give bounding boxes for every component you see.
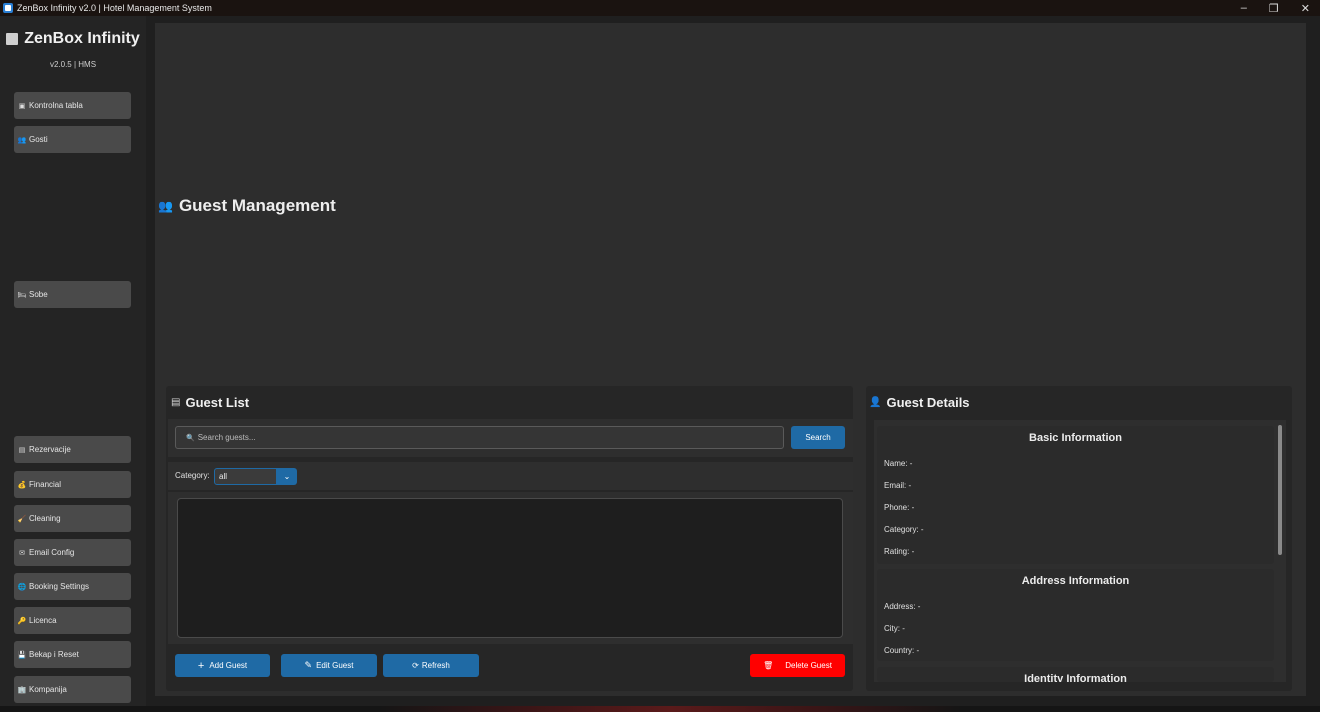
guest-details-title-text: Guest Details bbox=[886, 395, 970, 410]
basic-info-section bbox=[877, 426, 1274, 564]
search-icon: 🔍 bbox=[186, 434, 195, 442]
restore-button[interactable]: ❐ bbox=[1269, 2, 1279, 15]
pencil-icon: ✎ bbox=[304, 660, 313, 670]
trash-icon: 🗑 bbox=[763, 661, 774, 670]
sidebar-item-label: Booking Settings bbox=[29, 582, 90, 591]
guest-list-title-text: Guest List bbox=[185, 395, 250, 410]
sidebar-item-label: Kontrolna tabla bbox=[29, 101, 83, 110]
search-input[interactable]: 🔍 Search guests... bbox=[175, 426, 784, 449]
page-title-text: Guest Management bbox=[178, 196, 336, 215]
guests-icon: 👥 bbox=[17, 136, 27, 144]
delete-guest-label: Delete Guest bbox=[785, 661, 832, 670]
sidebar-item-company[interactable]: 🏢 Kompanija bbox=[14, 676, 131, 703]
identity-info-title: Identity Information bbox=[1024, 673, 1127, 682]
sidebar-item-dashboard[interactable]: ▣ Kontrolna tabla bbox=[14, 92, 131, 119]
sidebar: ZenBox Infinity v2.0.5 | HMS bbox=[0, 16, 146, 706]
sidebar-item-label: Gosti bbox=[29, 135, 48, 144]
brand-name: ZenBox Infinity bbox=[24, 30, 140, 47]
sidebar-item-booking-settings[interactable]: 🌐 Booking Settings bbox=[14, 573, 131, 600]
rating-field: Rating: - bbox=[884, 547, 915, 556]
sidebar-item-label: Licenca bbox=[29, 616, 57, 625]
sidebar-item-label: Kompanija bbox=[29, 685, 67, 694]
sidebar-item-financial[interactable]: 💰 Financial bbox=[14, 471, 131, 498]
title-bar: ZenBox Infinity v2.0 | Hotel Management … bbox=[0, 0, 1320, 16]
category-select[interactable]: all ⌄ bbox=[214, 468, 297, 485]
search-button[interactable]: Search bbox=[791, 426, 845, 449]
building-icon: 🏢 bbox=[17, 686, 27, 694]
sidebar-item-label: Cleaning bbox=[29, 514, 61, 523]
app-version: v2.0.5 | HMS bbox=[49, 60, 97, 69]
window-title: ZenBox Infinity v2.0 | Hotel Management … bbox=[17, 3, 212, 13]
window-controls: – ❐ ✕ bbox=[1241, 0, 1310, 16]
refresh-icon: ⟳ bbox=[412, 661, 419, 670]
details-scrollbar[interactable] bbox=[1278, 425, 1282, 555]
sidebar-item-cleaning[interactable]: 🧹 Cleaning bbox=[14, 505, 131, 532]
mail-icon: ✉ bbox=[19, 549, 25, 557]
category-label: Category: bbox=[175, 471, 210, 480]
country-field: Country: - bbox=[884, 646, 920, 655]
basic-info-title: Basic Information bbox=[1029, 432, 1122, 444]
dashboard-icon: ▣ bbox=[18, 102, 26, 110]
app-icon bbox=[3, 3, 13, 13]
add-guest-label: Add Guest bbox=[209, 661, 248, 670]
person-icon: 👤 bbox=[869, 397, 882, 408]
page-title: 👥 Guest Management bbox=[158, 196, 336, 216]
refresh-button[interactable]: ⟳ Refresh bbox=[383, 654, 479, 677]
plus-icon: + bbox=[197, 659, 205, 672]
taskbar bbox=[0, 706, 1320, 712]
sidebar-item-license[interactable]: 🔑 Licenca bbox=[14, 607, 131, 634]
minimize-button[interactable]: – bbox=[1241, 2, 1247, 14]
name-field: Name: - bbox=[884, 459, 913, 468]
sidebar-item-label: Sobe bbox=[29, 290, 48, 299]
save-icon: 💾 bbox=[17, 651, 27, 659]
search-placeholder: Search guests... bbox=[197, 433, 256, 442]
category-field: Category: - bbox=[884, 525, 924, 534]
add-guest-button[interactable]: + Add Guest bbox=[175, 654, 270, 677]
edit-guest-button[interactable]: ✎ Edit Guest bbox=[281, 654, 377, 677]
sidebar-item-email-config[interactable]: ✉ Email Config bbox=[14, 539, 131, 566]
sidebar-item-label: Bekap i Reset bbox=[29, 650, 79, 659]
sidebar-item-reservations[interactable]: ▤ Rezervacije bbox=[14, 436, 131, 463]
money-icon: 💰 bbox=[17, 481, 27, 489]
sidebar-item-label: Financial bbox=[29, 480, 62, 489]
sidebar-item-backup-reset[interactable]: 💾 Bekap i Reset bbox=[14, 641, 131, 668]
taskbar-glow bbox=[380, 706, 960, 712]
broom-icon: 🧹 bbox=[17, 515, 27, 523]
phone-field: Phone: - bbox=[884, 503, 915, 512]
brand: ZenBox Infinity bbox=[0, 30, 146, 48]
sidebar-item-label: Email Config bbox=[29, 548, 75, 557]
city-field: City: - bbox=[884, 624, 905, 633]
email-field: Email: - bbox=[884, 481, 912, 490]
calendar-icon: ▤ bbox=[18, 446, 26, 454]
address-field: Address: - bbox=[884, 602, 921, 611]
globe-icon: 🌐 bbox=[17, 583, 27, 591]
hotel-icon bbox=[6, 33, 19, 45]
category-value: all bbox=[214, 468, 277, 485]
rooms-icon: 🛏 bbox=[17, 291, 27, 299]
sidebar-item-rooms[interactable]: 🛏 Sobe bbox=[14, 281, 131, 308]
guest-details-title: 👤 Guest Details bbox=[869, 395, 970, 410]
address-info-title: Address Information bbox=[1021, 575, 1130, 587]
chevron-down-icon[interactable]: ⌄ bbox=[277, 468, 297, 485]
key-icon: 🔑 bbox=[17, 617, 27, 625]
close-button[interactable]: ✕ bbox=[1301, 2, 1310, 15]
guests-icon: 👥 bbox=[158, 199, 173, 213]
refresh-label: Refresh bbox=[421, 661, 450, 670]
delete-guest-button[interactable]: 🗑 Delete Guest bbox=[750, 654, 845, 677]
edit-guest-label: Edit Guest bbox=[316, 661, 354, 670]
sidebar-item-label: Rezervacije bbox=[29, 445, 71, 454]
guest-list-box[interactable] bbox=[177, 498, 843, 638]
sidebar-item-guests[interactable]: 👥 Gosti bbox=[14, 126, 131, 153]
identity-info-section: Identity Information bbox=[877, 667, 1274, 682]
list-icon: ▤ bbox=[171, 397, 181, 408]
guest-list-title: ▤ Guest List bbox=[171, 395, 249, 410]
